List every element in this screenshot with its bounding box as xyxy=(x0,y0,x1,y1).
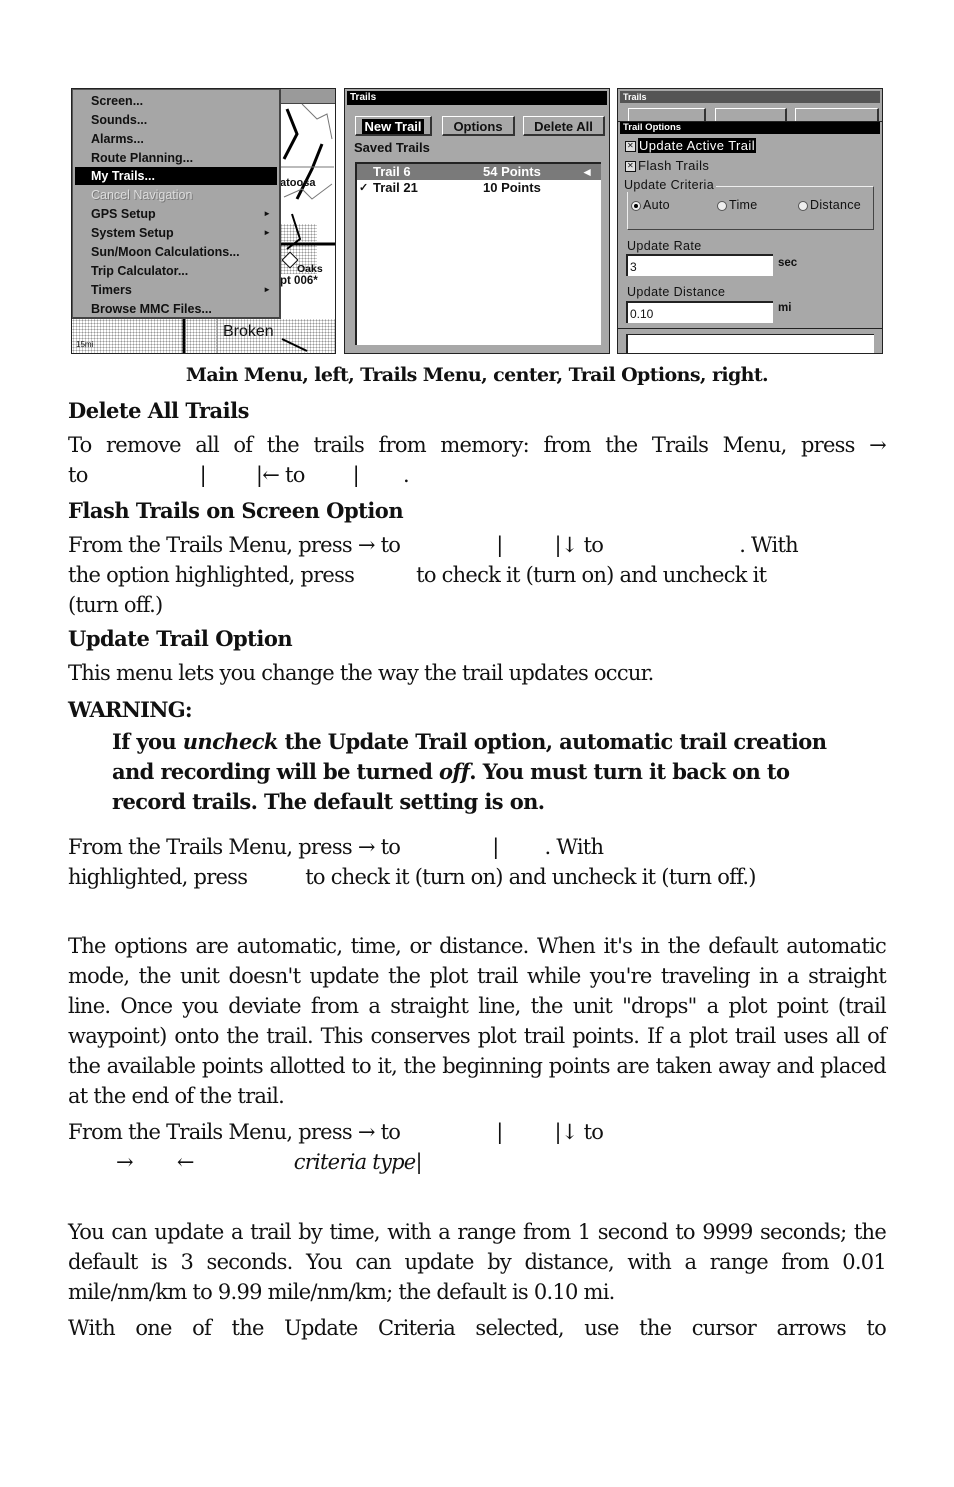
update-rate-input[interactable]: 3 xyxy=(626,254,773,276)
radio-selected-icon xyxy=(631,200,641,211)
figure-caption: Main Menu, left, Trails Menu, center, Tr… xyxy=(185,364,769,386)
update-distance-label: Update Distance xyxy=(627,285,726,299)
flash-line1: From the Trails Menu, press → to | |↓ to. … xyxy=(68,533,799,557)
flash-trails-checkbox[interactable]: ✕ Flash Trails xyxy=(625,158,709,174)
main-menu-screenshot: atoosa Oaks pt 006* Broken 15mi Screen..… xyxy=(71,88,336,354)
new-trail-button-behind xyxy=(628,108,706,122)
map-label-waypoint: pt 006* xyxy=(280,275,318,287)
criteria-paragraph: The options are automatic, time, or dist… xyxy=(68,934,887,1108)
saved-trails-label: Saved Trails xyxy=(354,140,430,155)
submenu-arrow-icon: ► xyxy=(263,285,271,294)
update-intro: This menu lets you change the way the tr… xyxy=(68,661,654,685)
trail-options-dialog: Trail Options ✕ Update Active Trail ✕ Flas… xyxy=(618,121,882,353)
divider xyxy=(618,328,882,329)
menu-item-gps-setup[interactable]: GPS Setup ► xyxy=(75,205,277,223)
trail-list-behind xyxy=(626,334,874,353)
radio-auto[interactable]: Auto xyxy=(631,198,670,212)
trail-row[interactable]: ✓ Trail 21 10 Points xyxy=(357,180,601,196)
last-line: With one of the Update Criteria selected… xyxy=(68,1316,887,1340)
main-menu: Screen... Sounds... Alarms... Route Plan… xyxy=(72,89,281,319)
trails-title-bar-behind: Trails xyxy=(620,91,880,103)
menu-item-sun-moon[interactable]: Sun/Moon Calculations... xyxy=(75,243,277,261)
update-rate-label: Update Rate xyxy=(627,239,702,253)
trails-title-bar: Trails xyxy=(347,91,607,105)
trail-options-screenshot: Trails Trail Options ✕ Update Active Trai… xyxy=(617,88,883,354)
menu-item-timers[interactable]: Timers ► xyxy=(75,281,277,299)
criteria-steps-line1: From the Trails Menu, press → to | |↓ to xyxy=(68,1120,604,1144)
submenu-arrow-icon: ► xyxy=(263,209,271,218)
map-label-town: atoosa xyxy=(280,177,316,189)
radio-unselected-icon xyxy=(717,200,727,211)
checkmark-icon: ✓ xyxy=(359,182,369,194)
heading-update-trail: Update Trail Option xyxy=(68,626,293,651)
delete-all-line2: to | |← to |. xyxy=(68,463,410,487)
update-rate-unit: sec xyxy=(778,257,798,269)
saved-trails-list: Trail 6 54 Points ◄ ✓ Trail 21 10 Points xyxy=(355,162,601,345)
menu-item-system-setup[interactable]: System Setup ► xyxy=(75,224,277,242)
radio-unselected-icon xyxy=(798,200,808,211)
warning-label: WARNING: xyxy=(68,697,193,722)
radio-time[interactable]: Time xyxy=(717,198,758,212)
map-label-city: Broken xyxy=(223,323,274,340)
update-distance-input[interactable]: 0.10 xyxy=(626,301,773,323)
heading-flash-trails: Flash Trails on Screen Option xyxy=(68,498,404,523)
checkbox-checked-icon: ✕ xyxy=(625,141,636,153)
menu-item-alarms[interactable]: Alarms... xyxy=(75,130,277,148)
menu-item-trip-calculator[interactable]: Trip Calculator... xyxy=(75,262,277,280)
trail-row[interactable]: Trail 6 54 Points ◄ xyxy=(357,164,601,180)
menu-item-route-planning[interactable]: Route Planning... xyxy=(75,149,277,167)
radio-distance[interactable]: Distance xyxy=(798,198,861,212)
delete-all-button-behind xyxy=(795,108,879,122)
update-steps-line2: highlighted, press to check it (turn on) … xyxy=(68,865,757,889)
menu-item-my-trails[interactable]: My Trails... xyxy=(75,167,277,185)
map-scale: 15mi xyxy=(76,340,94,349)
trails-menu-screenshot: Trails New Trail Options Delete All Save… xyxy=(344,88,610,354)
delete-all-line1: To remove all of the trails from memory:… xyxy=(68,433,887,457)
submenu-arrow-icon: ► xyxy=(263,228,271,237)
menu-item-screen[interactable]: Screen... xyxy=(75,92,277,110)
flash-line2: the option highlighted, press to check it… xyxy=(68,563,767,587)
update-active-trail-checkbox[interactable]: ✕ Update Active Trail xyxy=(625,138,756,154)
heading-delete-all: Delete All Trails xyxy=(68,398,249,423)
pointer-arrow-icon: ◄ xyxy=(581,165,593,179)
new-trail-button[interactable]: New Trail xyxy=(355,116,432,136)
warning-text: If you uncheck the Update Trail option, … xyxy=(112,729,827,814)
update-steps-line1: From the Trails Menu, press → to |. With xyxy=(68,835,604,859)
update-criteria-label: Update Criteria xyxy=(624,178,717,192)
menu-item-sounds[interactable]: Sounds... xyxy=(75,111,277,129)
delete-all-button[interactable]: Delete All xyxy=(523,116,605,136)
criteria-steps-line2: → ← criteria type| xyxy=(116,1150,423,1174)
menu-item-browse-mmc[interactable]: Browse MMC Files... xyxy=(75,300,277,318)
flash-line3: (turn off.) xyxy=(68,593,163,617)
options-button-behind xyxy=(715,108,787,122)
checkbox-checked-icon: ✕ xyxy=(625,161,636,173)
map-label-poi: Oaks xyxy=(297,263,323,275)
update-distance-unit: mi xyxy=(778,302,792,314)
options-button[interactable]: Options xyxy=(442,116,515,136)
menu-item-cancel-navigation: Cancel Navigation xyxy=(91,188,193,202)
range-paragraph: You can update a trail by time, with a r… xyxy=(68,1220,887,1304)
trail-options-title: Trail Options xyxy=(620,122,880,134)
